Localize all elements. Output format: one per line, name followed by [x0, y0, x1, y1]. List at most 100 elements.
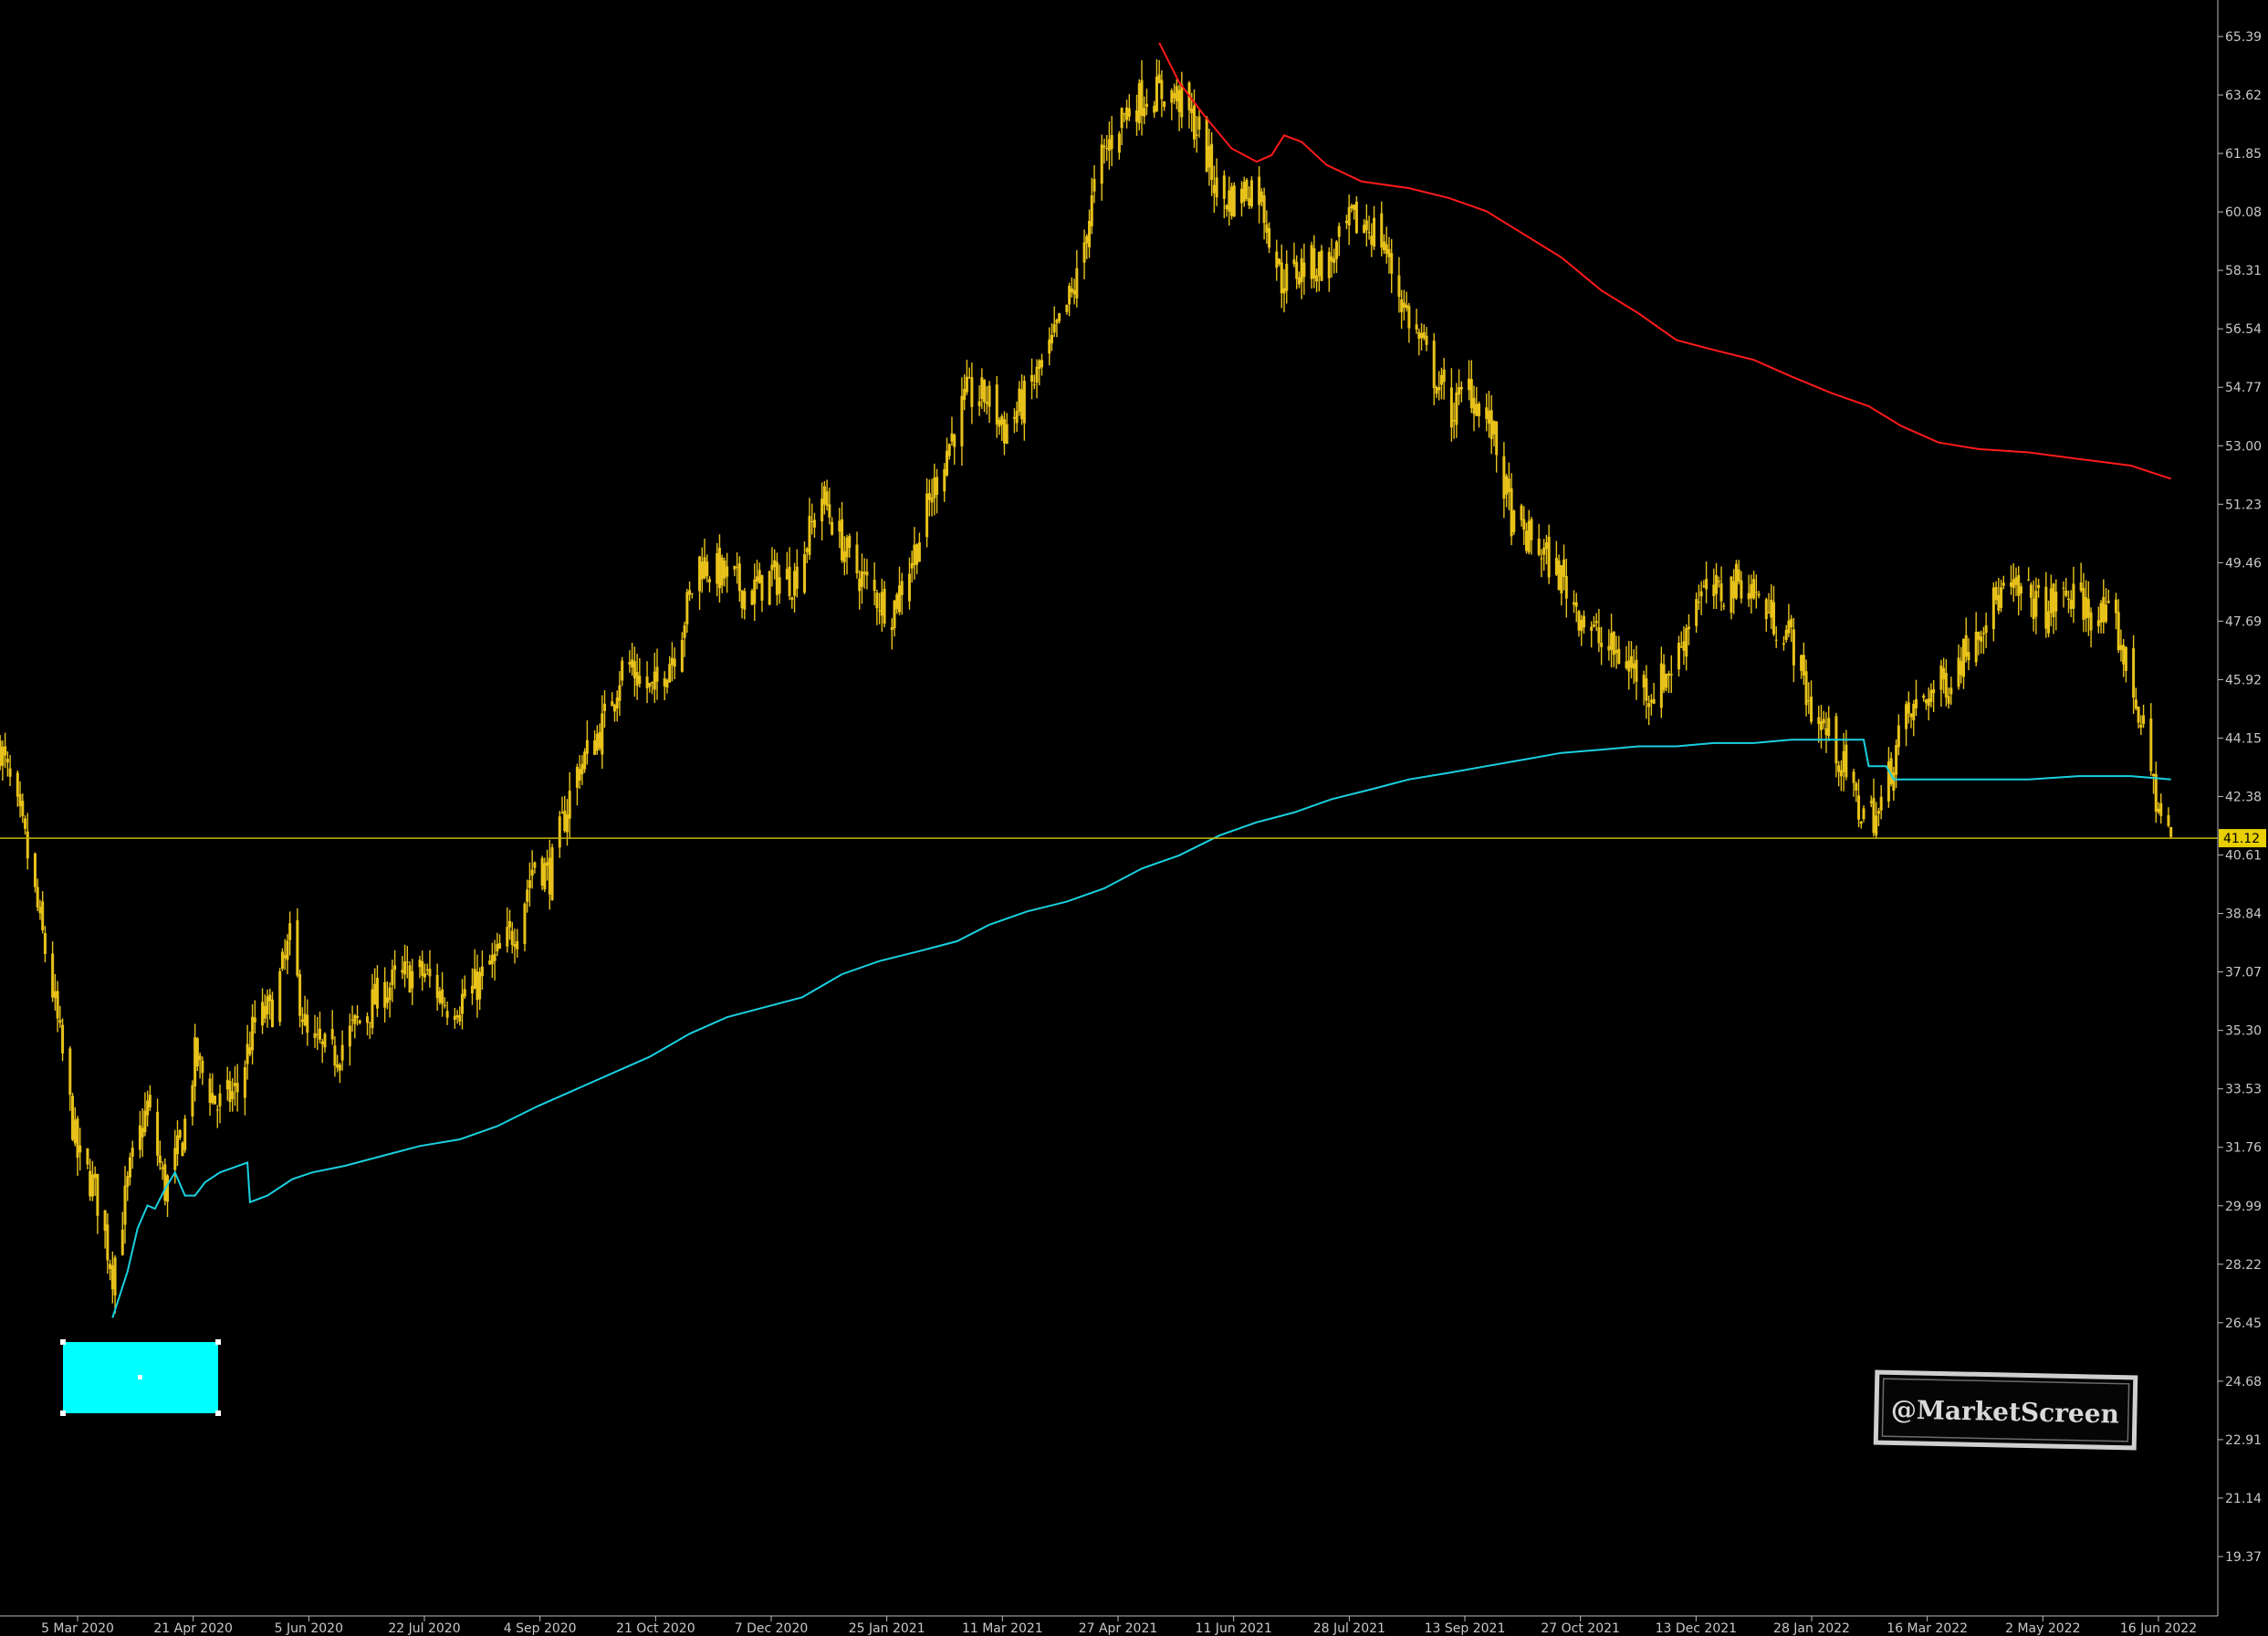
rectangle-handle-tl[interactable]	[60, 1339, 66, 1345]
rectangle-handle-bl[interactable]	[60, 1411, 66, 1416]
candle-body	[907, 573, 911, 602]
candle-body	[568, 791, 571, 819]
candle-body	[1090, 195, 1093, 226]
candle-body	[1334, 241, 1338, 259]
candle-body	[1915, 698, 1918, 708]
candle-body	[214, 1096, 217, 1105]
candle-body	[89, 1170, 92, 1197]
candle-body	[2044, 586, 2048, 629]
candle-body	[1542, 547, 1546, 555]
candle-body	[173, 1148, 177, 1170]
candle-body	[2102, 596, 2106, 623]
candle-body	[318, 1028, 321, 1040]
last-price-label: 41.12	[2223, 832, 2260, 846]
candle-body	[1669, 674, 1673, 676]
price-chart[interactable]: 65.39 63.62 61.85 60.08 58.31 56.54 54.77 53.00…	[0, 0, 2268, 1636]
candle-body	[1143, 108, 1146, 117]
candle-body	[1544, 542, 1548, 550]
candle-body	[1560, 565, 1563, 593]
candle-body	[2034, 591, 2038, 617]
candle-body	[443, 1004, 446, 1006]
candle-body	[1117, 133, 1121, 153]
candle-body	[575, 766, 579, 788]
candle-body	[2142, 715, 2146, 724]
candle-body	[690, 593, 694, 594]
candle-body	[385, 997, 389, 1003]
candle-body	[878, 610, 882, 612]
candle-body	[1822, 718, 1825, 724]
candle-body	[698, 556, 702, 592]
candle-body	[1442, 369, 1446, 383]
candle-body	[1922, 695, 1926, 698]
candle-body	[1248, 197, 1251, 206]
candle-body	[375, 978, 379, 1009]
candle-body	[1495, 421, 1499, 456]
candle-body	[1752, 579, 1756, 599]
candle-body	[1157, 74, 1161, 84]
candle-body	[548, 857, 551, 895]
candle-body	[1942, 667, 1946, 680]
candle-body	[720, 557, 724, 586]
candle-body	[2105, 604, 2108, 622]
candle-body	[1415, 324, 1418, 330]
candle-body	[453, 1015, 456, 1021]
rectangle-handle-tr[interactable]	[215, 1339, 221, 1345]
candle-body	[1370, 236, 1374, 245]
candle-body	[585, 739, 589, 754]
candle-body	[1385, 244, 1388, 255]
candle-body	[1259, 191, 1263, 203]
rectangle-handle-center[interactable]	[138, 1375, 142, 1379]
rectangle-handle-br[interactable]	[215, 1411, 221, 1416]
candle-body	[2001, 582, 2005, 586]
candle-body	[1997, 594, 2001, 611]
candle-body	[1055, 320, 1059, 324]
candle-body	[1262, 195, 1266, 224]
candle-body	[927, 493, 931, 500]
x-tick-label: 21 Oct 2020	[616, 1621, 695, 1636]
candle-body	[1964, 634, 1968, 657]
candle-body	[1687, 626, 1690, 630]
candle-body	[435, 974, 439, 999]
candle-body	[795, 566, 799, 589]
candle-body	[2000, 587, 2003, 608]
candle-body	[1730, 576, 1733, 613]
candle-body	[368, 1022, 371, 1023]
candle-body	[288, 923, 292, 940]
candle-body	[1344, 220, 1348, 224]
candle-body	[1564, 575, 1568, 599]
candle-body	[580, 763, 584, 774]
candle-body	[1397, 275, 1401, 298]
candle-body	[967, 377, 971, 379]
candle-body	[1327, 251, 1331, 278]
candle-body	[526, 889, 529, 902]
candle-body	[1991, 587, 1995, 630]
candle-body	[1300, 257, 1303, 283]
y-tick-label: 53.00	[2225, 439, 2262, 454]
candle-body	[246, 1043, 249, 1064]
candle-body	[113, 1257, 117, 1295]
candle-body	[161, 1167, 164, 1169]
candle-body	[421, 960, 424, 976]
candle-body	[1000, 415, 1004, 425]
candle-body	[2029, 584, 2033, 598]
y-tick-label: 65.39	[2225, 30, 2262, 45]
candle-body	[191, 1085, 194, 1117]
candle-body	[1554, 558, 1558, 575]
candle-body	[473, 969, 476, 989]
candle-body	[1275, 251, 1279, 268]
candle-body	[583, 751, 587, 770]
selected-rectangle-object[interactable]	[60, 1339, 221, 1416]
candle-body	[2132, 648, 2136, 698]
candle-body	[1347, 206, 1351, 225]
candle-body	[1909, 713, 1913, 718]
candle-body	[201, 1060, 204, 1074]
candle-body	[323, 1033, 327, 1048]
candle-body	[1125, 107, 1129, 121]
candle-body	[768, 571, 771, 605]
candle-body	[1070, 288, 1073, 293]
candle-body	[316, 1033, 319, 1035]
candle-body	[1075, 267, 1079, 299]
candle-body	[2089, 612, 2093, 631]
candle-body	[1600, 643, 1604, 647]
candle-body	[141, 1127, 144, 1138]
